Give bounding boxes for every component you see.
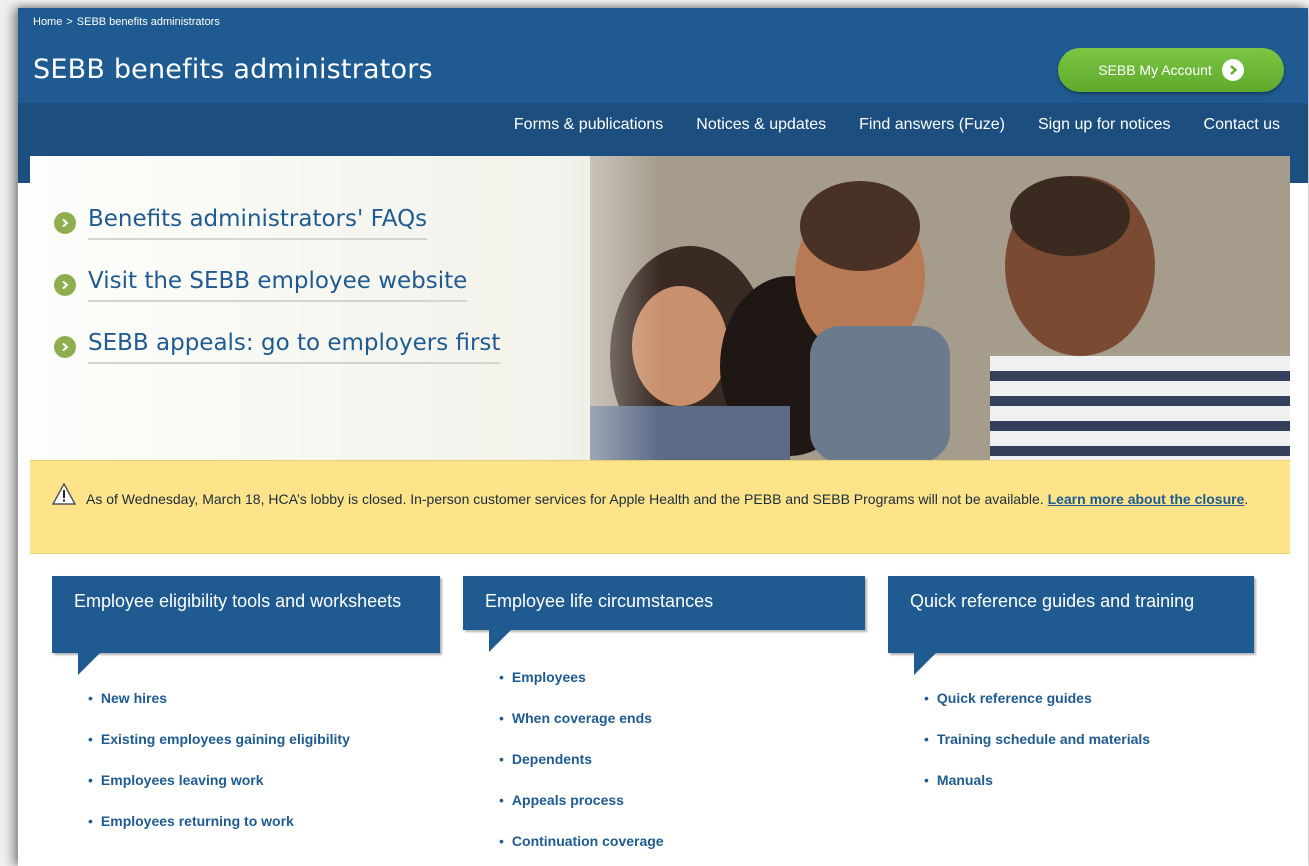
site-header: Home > SEBB benefits administrators SEBB b… xyxy=(18,8,1308,103)
hero-link-faqs-label: Benefits administrators' FAQs xyxy=(88,206,428,240)
list-item: • Employees leaving work xyxy=(88,771,264,788)
card-list: • Employees • When coverage ends • Dependen… xyxy=(499,656,664,861)
hero-link-faqs[interactable]: Benefits administrators' FAQs xyxy=(54,206,500,240)
my-account-label: SEBB My Account xyxy=(1098,62,1212,78)
nav-forms-publications[interactable]: Forms & publications xyxy=(514,116,663,134)
link-continuation-coverage[interactable]: Continuation coverage xyxy=(512,833,664,849)
alert-message: As of Wednesday, March 18, HCA’s lobby i… xyxy=(86,487,1266,512)
list-item: • Dependents xyxy=(499,750,593,767)
alert-text: As of Wednesday, March 18, HCA’s lobby i… xyxy=(86,491,1044,507)
nav-contact-us[interactable]: Contact us xyxy=(1204,116,1280,134)
hero-link-employee-website[interactable]: Visit the SEBB employee website xyxy=(54,268,500,302)
card-life-circumstances: Employee life circumstances • Employees •… xyxy=(463,576,865,849)
card-tail xyxy=(489,630,511,652)
nav-notices-updates[interactable]: Notices & updates xyxy=(696,116,826,134)
link-employees[interactable]: Employees xyxy=(512,669,586,685)
hero-link-appeals-label: SEBB appeals: go to employers first xyxy=(88,330,501,364)
list-item: • When coverage ends xyxy=(499,709,652,726)
hero-banner: Benefits administrators' FAQs Visit the … xyxy=(30,156,1290,462)
link-appeals-process[interactable]: Appeals process xyxy=(512,792,624,808)
browser-page: Home > SEBB benefits administrators SEBB b… xyxy=(18,8,1308,866)
my-account-button[interactable]: SEBB My Account xyxy=(1058,48,1284,92)
card-eligibility-tools: Employee eligibility tools and worksheet… xyxy=(52,576,440,829)
card-list: • Quick reference guides • Training schedu… xyxy=(924,677,1150,800)
closure-alert: As of Wednesday, March 18, HCA’s lobby i… xyxy=(30,460,1290,554)
breadcrumb-home-link[interactable]: Home xyxy=(33,16,62,28)
card-quick-reference: Quick reference guides and training • Qui… xyxy=(888,576,1254,788)
link-dependents[interactable]: Dependents xyxy=(512,751,592,767)
warning-icon xyxy=(51,482,77,510)
card-title: Employee life circumstances xyxy=(463,576,865,630)
breadcrumb-current: SEBB benefits administrators xyxy=(76,16,220,28)
link-training-schedule[interactable]: Training schedule and materials xyxy=(937,731,1150,747)
link-quick-reference-guides[interactable]: Quick reference guides xyxy=(937,690,1092,706)
list-item: • Employees xyxy=(499,668,586,685)
hero-link-appeals[interactable]: SEBB appeals: go to employers first xyxy=(54,330,501,364)
card-title: Employee eligibility tools and worksheet… xyxy=(52,576,440,653)
list-item: • Employees returning to work xyxy=(88,812,294,829)
page-title: SEBB benefits administrators xyxy=(33,54,433,85)
card-tail xyxy=(914,653,936,675)
link-when-coverage-ends[interactable]: When coverage ends xyxy=(512,710,652,726)
hero-link-employee-website-label: Visit the SEBB employee website xyxy=(88,268,468,302)
list-item: • Quick reference guides xyxy=(924,689,1092,706)
chevron-right-icon xyxy=(1221,59,1244,81)
nav-sign-up-notices[interactable]: Sign up for notices xyxy=(1038,116,1171,134)
card-title: Quick reference guides and training xyxy=(888,576,1254,653)
list-item: • New hires xyxy=(88,689,168,706)
list-item: • Manuals xyxy=(924,771,993,788)
list-item: • Continuation coverage xyxy=(499,832,664,849)
link-manuals[interactable]: Manuals xyxy=(937,772,993,788)
alert-trailing: . xyxy=(1244,491,1249,507)
list-item: • Existing employees gaining eligibility xyxy=(88,730,350,747)
chevron-right-icon xyxy=(54,336,76,358)
link-new-hires[interactable]: New hires xyxy=(101,690,167,706)
card-tail xyxy=(78,653,100,675)
breadcrumb-separator: > xyxy=(66,16,73,28)
link-employees-returning[interactable]: Employees returning to work xyxy=(101,813,294,829)
chevron-right-icon xyxy=(54,212,76,234)
chevron-right-icon xyxy=(54,274,76,296)
list-item: • Appeals process xyxy=(499,791,624,808)
breadcrumb: Home > SEBB benefits administrators xyxy=(33,16,220,28)
link-employees-leaving[interactable]: Employees leaving work xyxy=(101,772,264,788)
alert-learn-more-link[interactable]: Learn more about the closure xyxy=(1048,491,1245,507)
link-existing-employees[interactable]: Existing employees gaining eligibility xyxy=(101,731,350,747)
card-list: • New hires • Existing employees gaining e… xyxy=(88,677,350,841)
list-item: • Training schedule and materials xyxy=(924,730,1151,747)
nav-find-answers[interactable]: Find answers (Fuze) xyxy=(859,116,1005,134)
